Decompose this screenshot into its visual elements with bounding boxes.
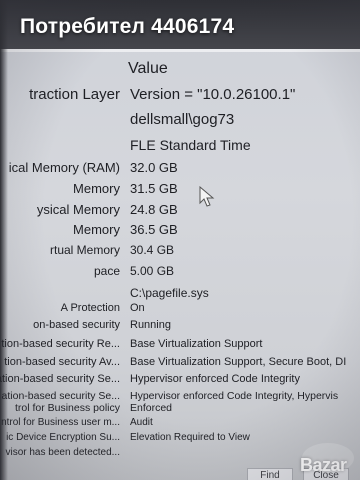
- row-value: FLE Standard Time: [130, 137, 251, 153]
- table-row[interactable]: tion-based security Re... Base Virtualiza…: [0, 338, 360, 358]
- row-item-label: rtual Memory: [49, 243, 120, 257]
- row-value: 5.00 GB: [130, 264, 175, 278]
- row-value: Hypervisor enforced Code Integrity, Hype…: [130, 390, 339, 402]
- row-item-label: Memory: [73, 181, 120, 196]
- row-value: Hypervisor enforced Code Integrity: [130, 373, 300, 385]
- row-value: 24.8 GB: [130, 202, 178, 217]
- table-row[interactable]: FLE Standard Time: [0, 137, 360, 157]
- row-value: Enforced: [130, 402, 173, 414]
- row-item-label: ntrol for Business user m...: [1, 417, 120, 428]
- row-item-label: ation-based security Se...: [1, 390, 120, 402]
- table-row[interactable]: rtual Memory 30.4 GB: [0, 243, 360, 263]
- row-value: Audit: [130, 417, 153, 428]
- table-row[interactable]: pace 5.00 GB: [0, 264, 360, 284]
- row-item-label: tion-based security Re...: [1, 338, 120, 350]
- table-row[interactable]: ical Memory (RAM) 32.0 GB: [0, 160, 360, 180]
- find-button[interactable]: Find: [247, 468, 293, 480]
- row-value: 30.4 GB: [130, 243, 175, 257]
- row-item-label: ation-based security Se...: [0, 373, 120, 385]
- row-item-label: ysical Memory: [36, 202, 120, 217]
- row-value: 36.5 GB: [130, 222, 178, 237]
- row-item-label: visor has been detected...: [5, 447, 120, 458]
- table-row[interactable]: Memory 31.5 GB: [0, 181, 360, 201]
- row-item-label: trol for Business policy: [14, 402, 120, 414]
- row-value: Base Virtualization Support: [130, 338, 263, 350]
- table-row[interactable]: Memory 36.5 GB: [0, 222, 360, 242]
- row-value: Base Virtualization Support, Secure Boot…: [130, 356, 347, 368]
- row-value: On: [130, 302, 145, 314]
- row-item-label: ic Device Encryption Su...: [6, 432, 120, 443]
- row-item-label: ical Memory (RAM): [8, 160, 120, 175]
- row-item-label: traction Layer: [29, 86, 120, 103]
- row-value: Running: [130, 319, 171, 331]
- row-value: 32.0 GB: [130, 160, 178, 175]
- seller-overlay-title: Потребител 4406174: [20, 15, 235, 38]
- row-item-label: A Protection: [60, 302, 120, 314]
- row-value: Version = "10.0.26100.1": [130, 86, 296, 103]
- row-value: dellsmall\gog73: [130, 111, 235, 128]
- row-item-label: tion-based security Av...: [4, 356, 120, 368]
- monitor-photo: Value traction Layer Version = "10.0.2610…: [0, 0, 360, 480]
- table-row[interactable]: traction Layer Version = "10.0.26100.1": [0, 86, 360, 106]
- table-row[interactable]: ysical Memory 24.8 GB: [0, 202, 360, 222]
- column-header-divider: [0, 49, 360, 52]
- bazar-watermark: Bazar: [300, 455, 347, 475]
- table-row[interactable]: on-based security Running: [0, 319, 360, 339]
- row-item-label: Memory: [73, 222, 120, 237]
- row-item-label: on-based security: [33, 319, 120, 331]
- table-row[interactable]: dellsmall\gog73: [0, 111, 360, 131]
- mouse-pointer-icon: [199, 186, 215, 207]
- row-value: C:\pagefile.sys: [130, 286, 209, 300]
- row-value: 31.5 GB: [130, 181, 178, 196]
- row-value: Elevation Required to View: [130, 432, 250, 443]
- value-column-header[interactable]: Value: [128, 60, 168, 78]
- row-item-label: pace: [93, 264, 120, 278]
